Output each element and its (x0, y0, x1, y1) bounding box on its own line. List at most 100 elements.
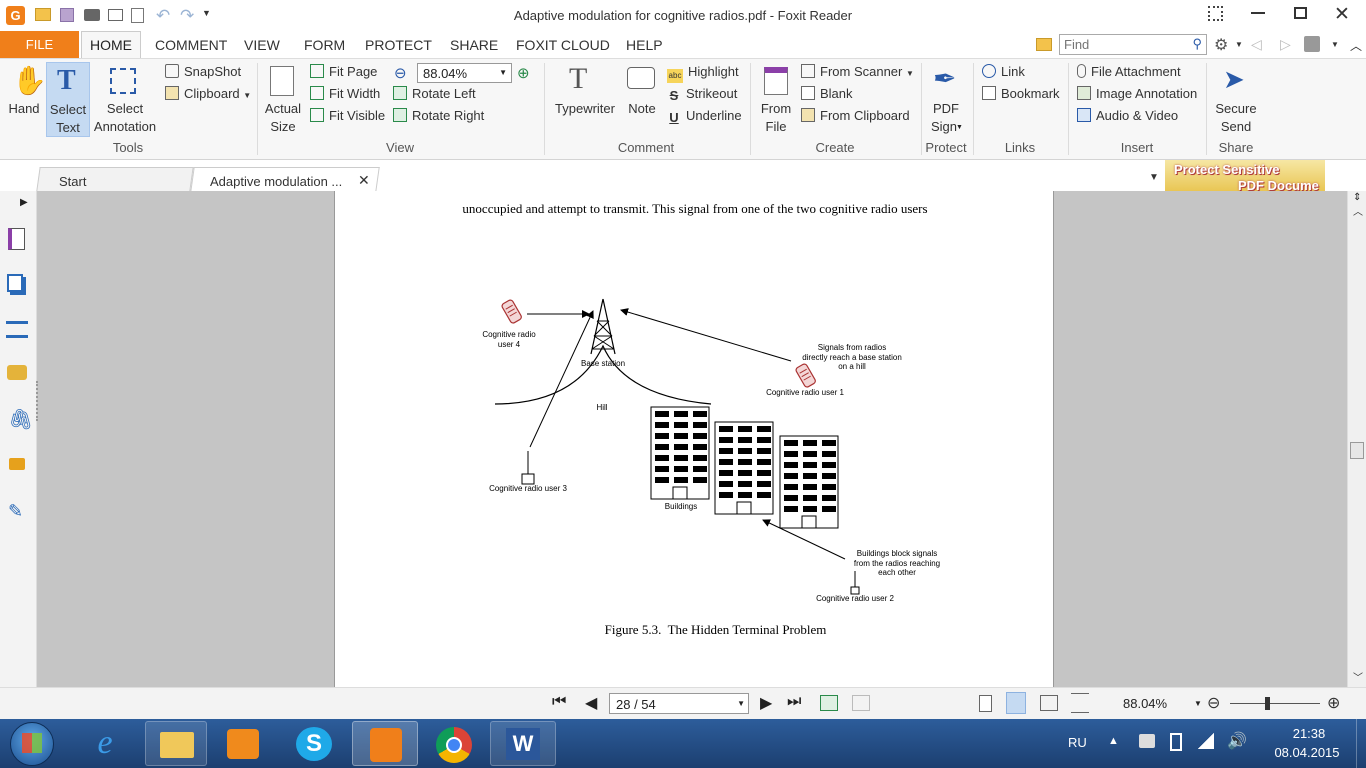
redo-icon[interactable]: ↷ (180, 6, 194, 26)
comments-panel-icon[interactable] (7, 365, 27, 380)
vertical-scrollbar[interactable]: ⇕ ︿ ﹀ (1347, 191, 1366, 687)
tab-home-label[interactable]: HOME (90, 37, 132, 53)
ad-banner[interactable]: Protect Sensitive PDF Docume (1165, 160, 1325, 191)
tab-foxit-cloud[interactable]: FOXIT CLOUD (516, 37, 610, 53)
from-clipboard-button[interactable]: From Clipboard (801, 108, 910, 123)
from-file-button[interactable]: From File (756, 62, 796, 137)
search-icon[interactable]: ⚲ (1192, 36, 1202, 52)
foxit-app-icon[interactable]: G (6, 6, 25, 25)
tab-share[interactable]: SHARE (450, 37, 498, 53)
fit-page-button[interactable]: Fit Page (310, 64, 377, 79)
minimize-button[interactable] (1251, 12, 1265, 14)
image-annotation-button[interactable]: Image Annotation (1077, 86, 1197, 101)
search-input[interactable] (1060, 35, 1182, 54)
panel-resize-handle[interactable] (36, 381, 39, 421)
scroll-thumb[interactable] (1350, 442, 1364, 459)
properties-icon[interactable] (108, 9, 123, 21)
create-icon[interactable] (131, 8, 144, 23)
pdf-sign-button[interactable]: ✒ PDF Sign ▼ (925, 62, 967, 137)
expand-panel-icon[interactable]: ▶ (20, 197, 28, 208)
tab-comment[interactable]: COMMENT (155, 37, 227, 53)
previous-view-icon[interactable] (820, 695, 838, 711)
continuous-facing-icon[interactable] (1071, 693, 1089, 713)
zoom-dropdown-icon[interactable]: ▼ (499, 68, 507, 77)
select-annotation-button[interactable]: Select Annotation (92, 62, 158, 137)
zoom-status-value[interactable]: 88.04% (1123, 696, 1167, 711)
snapshot-button[interactable]: SnapShot (165, 64, 241, 79)
tab-document-label[interactable]: Adaptive modulation ... (210, 174, 342, 189)
file-menu[interactable]: FILE (0, 31, 79, 58)
user-icon[interactable] (1304, 36, 1320, 52)
select-text-button[interactable]: T Select Text (46, 62, 90, 137)
strikeout-button[interactable]: S Strikeout (667, 86, 738, 103)
save-icon[interactable] (60, 8, 74, 22)
explorer-taskbar-icon[interactable] (145, 721, 207, 766)
prev-page-icon[interactable]: ◀ (585, 693, 597, 713)
chrome-taskbar-icon[interactable] (436, 727, 472, 763)
tab-protect[interactable]: PROTECT (365, 37, 432, 53)
next-view-icon[interactable]: ▷ (1280, 36, 1291, 53)
close-window-button[interactable]: ✕ (1334, 3, 1350, 26)
search-box[interactable]: ⚲ (1059, 34, 1207, 55)
link-button[interactable]: Link (982, 64, 1025, 79)
customize-dropdown-icon[interactable]: ▼ (202, 8, 211, 18)
actual-size-button[interactable]: Actual Size (262, 62, 304, 137)
hand-button[interactable]: ✋ Hand (4, 62, 46, 136)
signatures-panel-icon[interactable]: ✎ (8, 501, 23, 522)
tab-list-dropdown-icon[interactable]: ▼ (1149, 172, 1159, 183)
close-tab-icon[interactable]: ✕ (358, 172, 370, 189)
tab-help[interactable]: HELP (626, 37, 663, 53)
tab-view[interactable]: VIEW (244, 37, 280, 53)
file-attachment-button[interactable]: File Attachment (1077, 64, 1181, 79)
rotate-left-button[interactable]: Rotate Left (393, 86, 476, 101)
tray-expand-icon[interactable]: ▲ (1108, 735, 1119, 747)
rotate-right-button[interactable]: Rotate Right (393, 108, 484, 123)
security-panel-icon[interactable] (9, 458, 25, 470)
secure-send-button[interactable]: ➤ Secure Send (1210, 62, 1262, 137)
scroll-up-icon[interactable]: ︿ (1353, 203, 1363, 218)
bookmark-button[interactable]: Bookmark (982, 86, 1060, 101)
typewriter-button[interactable]: T Typewriter (550, 62, 620, 137)
undo-icon[interactable]: ↶ (156, 6, 170, 26)
fit-width-button[interactable]: Fit Width (310, 86, 380, 101)
zoom-out-icon[interactable]: ⊖ (394, 64, 407, 82)
fullscreen-icon[interactable] (1208, 6, 1223, 21)
battery-icon[interactable] (1170, 733, 1182, 751)
fit-visible-button[interactable]: Fit Visible (310, 108, 385, 123)
clipboard-button[interactable]: Clipboard ▼ (165, 86, 251, 101)
clock-date[interactable]: 08.04.2015 (1268, 745, 1346, 760)
single-page-icon[interactable] (979, 695, 992, 712)
show-desktop-button[interactable] (1356, 719, 1366, 768)
page-dropdown-icon[interactable]: ▼ (737, 699, 745, 708)
settings-gear-icon[interactable]: ⚙ (1214, 35, 1228, 55)
tab-form[interactable]: FORM (304, 37, 345, 53)
split-handle-icon[interactable]: ⇕ (1353, 192, 1361, 203)
word-taskbar-icon[interactable]: W (490, 721, 556, 766)
foxit-taskbar-icon[interactable] (352, 721, 418, 766)
highlight-button[interactable]: abc Highlight (667, 64, 739, 83)
volume-icon[interactable]: 🔊 (1227, 731, 1247, 751)
action-center-icon[interactable] (1139, 734, 1155, 748)
language-indicator[interactable]: RU (1068, 735, 1087, 750)
print-icon[interactable] (84, 9, 100, 21)
zoom-slider-thumb[interactable] (1265, 697, 1270, 710)
page-number-box[interactable]: 28 / 54 ▼ (609, 693, 749, 714)
blank-button[interactable]: Blank (801, 86, 853, 101)
user-dropdown-icon[interactable]: ▼ (1331, 40, 1339, 49)
find-folder-icon[interactable] (1036, 38, 1052, 51)
audio-video-button[interactable]: Audio & Video (1077, 108, 1178, 123)
settings-dropdown-icon[interactable]: ▼ (1235, 40, 1243, 49)
next-view-status-icon[interactable] (852, 695, 870, 711)
facing-page-icon[interactable] (1040, 695, 1058, 711)
page-number[interactable]: 28 / 54 (616, 697, 656, 712)
zoom-select[interactable]: 88.04% ▼ (417, 63, 512, 83)
last-page-icon[interactable]: ⏭ (787, 693, 801, 711)
underline-button[interactable]: U Underline (667, 108, 741, 125)
zoom-status-dropdown-icon[interactable]: ▼ (1194, 699, 1202, 708)
prev-view-icon[interactable]: ◁ (1251, 36, 1262, 53)
tab-start-label[interactable]: Start (59, 174, 86, 189)
bookmarks-panel-icon[interactable] (8, 228, 25, 250)
zoom-in-icon[interactable]: ⊕ (517, 64, 530, 82)
skype-taskbar-icon[interactable]: S (296, 727, 332, 761)
media-player-taskbar-icon[interactable] (227, 729, 259, 759)
